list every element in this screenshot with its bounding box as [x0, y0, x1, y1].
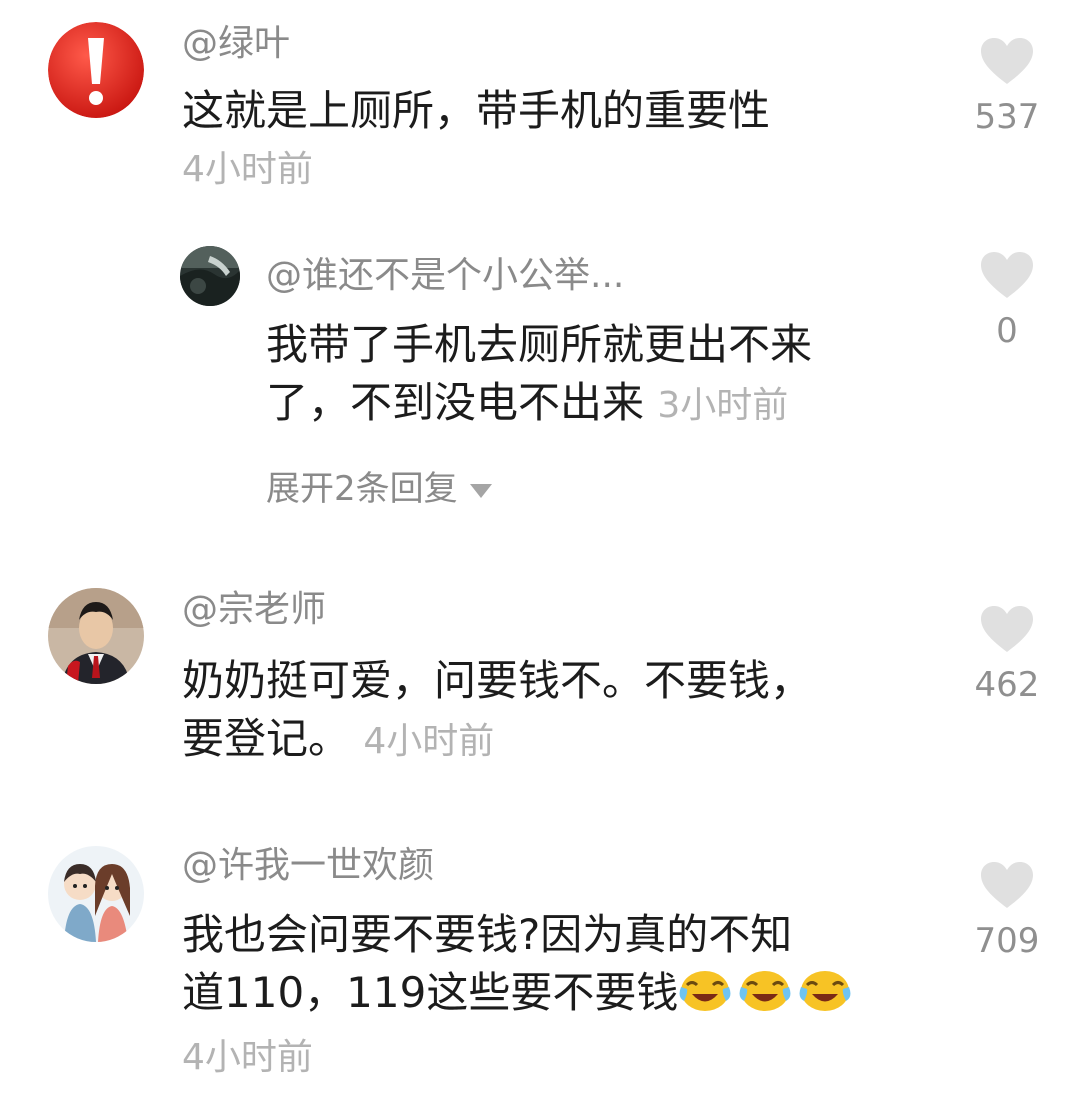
comment-text: 我也会问要不要钱?因为真的不知 道110，119这些要不要钱: [182, 906, 922, 1022]
comment-time: 4小时前: [182, 1037, 313, 1078]
like-button[interactable]: 709: [952, 860, 1062, 958]
comment-username[interactable]: @许我一世欢颜: [182, 848, 434, 884]
cartoon-couple-icon: [48, 846, 144, 942]
comment-text: 奶奶挺可爱，问要钱不。不要钱， 要登记。 4小时前: [182, 652, 882, 771]
heart-icon: [981, 38, 1033, 84]
comment-text-line-content: 道110，119这些要不要钱: [182, 968, 679, 1017]
expand-replies-label: 展开2条回复: [266, 469, 458, 509]
heart-icon: [981, 606, 1033, 652]
expand-replies-button[interactable]: 展开2条回复: [266, 472, 492, 506]
avatar[interactable]: [180, 246, 240, 306]
reply-time: 3小时前: [657, 385, 789, 426]
comment-text-line: 道110，119这些要不要钱: [182, 964, 922, 1022]
emoji-group: [678, 968, 858, 1017]
like-count: 462: [974, 665, 1040, 705]
landscape-photo-icon: [180, 246, 240, 306]
person-photo-icon: [48, 588, 144, 684]
comment-time: 4小时前: [182, 149, 313, 190]
avatar[interactable]: [48, 846, 144, 942]
comment-text-line: 奶奶挺可爱，问要钱不。不要钱，: [182, 656, 813, 705]
chevron-down-icon: [469, 483, 492, 498]
like-button[interactable]: 537: [952, 36, 1062, 134]
reply-text-line-content: 了，不到没电不出来: [266, 378, 645, 427]
comment-text-line: 要登记。 4小时前: [182, 710, 882, 771]
like-count: 709: [974, 921, 1040, 961]
laughing-crying-emoji-icon: [739, 971, 791, 1011]
comment-username[interactable]: @宗老师: [182, 592, 326, 628]
heart-icon: [981, 862, 1033, 908]
like-button[interactable]: 462: [952, 604, 1062, 702]
reply-text-line: 了，不到没电不出来 3小时前: [266, 374, 906, 435]
comment-username[interactable]: @绿叶: [182, 26, 290, 62]
comment-text-line-content: 要登记。: [182, 714, 351, 763]
comment-text-line: 我也会问要不要钱?因为真的不知: [182, 910, 793, 959]
reply-username[interactable]: @谁还不是个小公举...: [266, 258, 624, 294]
like-button[interactable]: 0: [952, 250, 1062, 348]
avatar[interactable]: [48, 22, 144, 118]
comment-time: 4小时前: [363, 721, 495, 762]
laughing-crying-emoji-icon: [799, 971, 851, 1011]
like-count: 537: [974, 97, 1040, 137]
exclamation-icon: [48, 22, 144, 118]
heart-icon: [981, 252, 1033, 298]
comment-text: 这就是上厕所，带手机的重要性: [182, 86, 771, 135]
avatar[interactable]: [48, 588, 144, 684]
laughing-crying-emoji-icon: [679, 971, 731, 1011]
reply-text: 我带了手机去厕所就更出不来 了，不到没电不出来 3小时前: [266, 316, 906, 435]
reply-text-line: 我带了手机去厕所就更出不来: [266, 320, 813, 369]
like-count: 0: [996, 311, 1018, 351]
